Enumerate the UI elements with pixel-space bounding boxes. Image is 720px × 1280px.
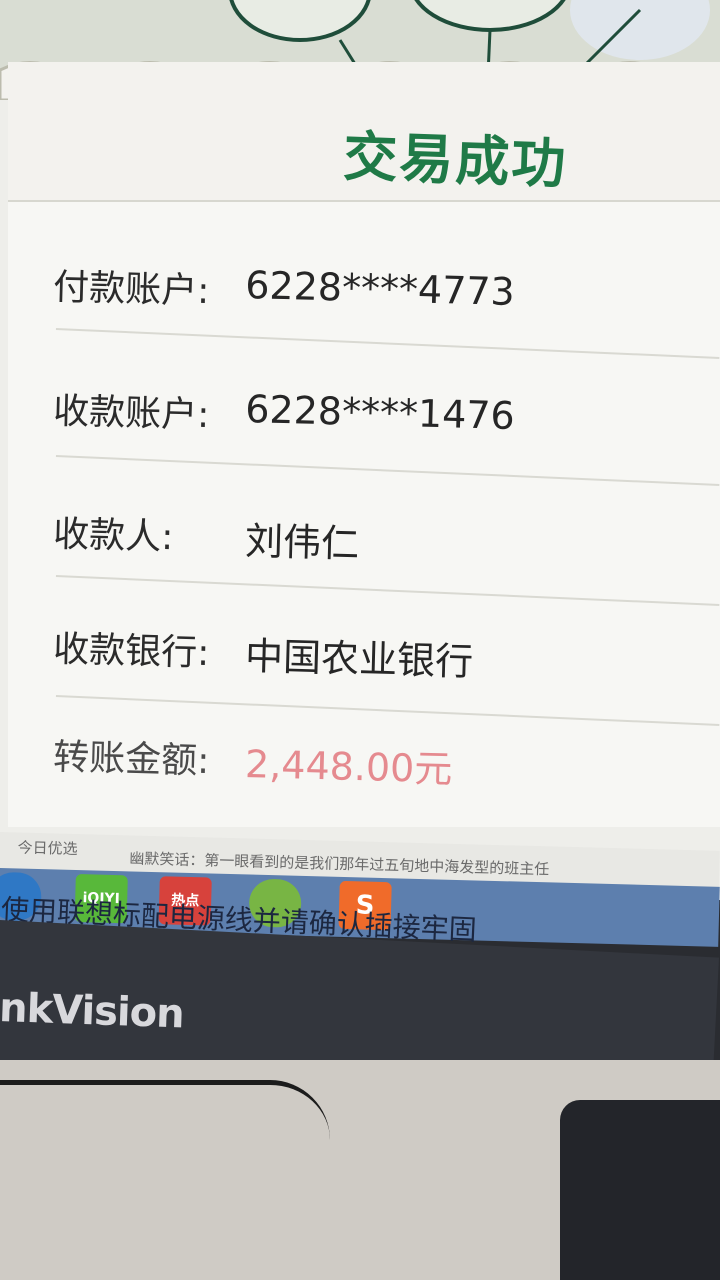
monitor-brand-logo: nkVision (0, 985, 185, 1038)
receipt-title: 交易成功 (342, 124, 569, 196)
monitor-stand (560, 1100, 720, 1280)
cable (0, 1080, 330, 1145)
payee-name-value: 刘伟仁 (244, 519, 360, 566)
payee-name-label: 收款人: (52, 513, 174, 559)
news-tag[interactable]: 今日优选 (17, 836, 78, 859)
transfer-amount-label: 转账金额: (52, 736, 210, 783)
payee-account-value: 6228****1476 (244, 387, 516, 439)
payer-account-value: 6228****4773 (244, 263, 516, 315)
photo-scene: 交易成功 付款账户: 6228****4773 收款账户: 6228****14… (0, 0, 720, 1280)
payee-bank-value: 中国农业银行 (244, 634, 474, 684)
payee-account-label: 收款账户: (52, 390, 210, 437)
payee-bank-label: 收款银行: (52, 628, 210, 675)
monitor-screen: 交易成功 付款账户: 6228****4773 收款账户: 6228****14… (0, 0, 720, 947)
payer-account-label: 付款账户: (52, 266, 210, 313)
transfer-amount-value: 2,448.00元 (244, 742, 453, 792)
